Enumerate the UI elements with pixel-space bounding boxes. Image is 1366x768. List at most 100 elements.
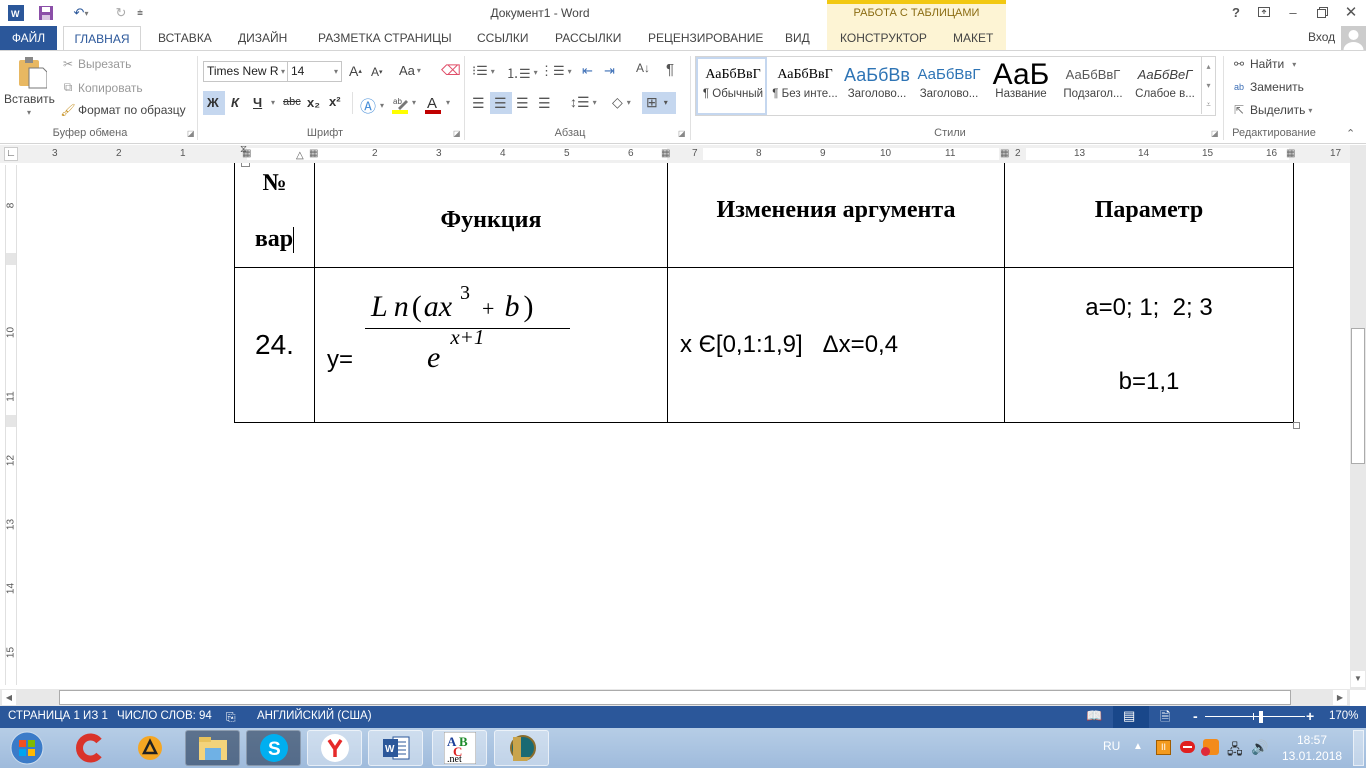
- tab-references[interactable]: ССЫЛКИ: [467, 26, 538, 50]
- justify-button[interactable]: ☰: [538, 95, 551, 112]
- highlight-button[interactable]: ab: [392, 94, 410, 114]
- decrease-indent-button[interactable]: ⇤: [582, 63, 593, 79]
- column-marker[interactable]: ▦: [242, 148, 251, 159]
- styles-down-icon[interactable]: ▾: [1202, 76, 1215, 95]
- format-painter-button[interactable]: 🖌 Формат по образцу: [60, 103, 185, 117]
- vertical-scroll-thumb[interactable]: [1351, 328, 1365, 464]
- align-left-button[interactable]: ☰: [472, 95, 485, 112]
- cell-function[interactable]: y= Ln (ax 3+ b) ex+1: [314, 267, 668, 423]
- cut-button[interactable]: ✂ Вырезать: [60, 57, 131, 71]
- style-item[interactable]: АаБбВвГ Подзагол...: [1057, 58, 1129, 112]
- shrink-font-button[interactable]: A ▾: [371, 65, 383, 79]
- styles-more-icon[interactable]: ⩡: [1202, 95, 1215, 114]
- web-layout-icon[interactable]: 🗎: [1160, 708, 1170, 730]
- show-desktop-button[interactable]: [1353, 730, 1364, 766]
- tab-home[interactable]: ГЛАВНАЯ: [63, 26, 141, 51]
- table-resize-handle[interactable]: [1293, 422, 1300, 429]
- font-size-combo[interactable]: 14 ▾: [287, 61, 342, 82]
- skype-dnd-tray-icon[interactable]: [1180, 741, 1195, 753]
- styles-up-icon[interactable]: ▴: [1202, 57, 1215, 76]
- scroll-down-button[interactable]: ▼: [1351, 671, 1365, 687]
- font-color-dropdown-icon[interactable]: ▾: [446, 98, 450, 107]
- explorer-taskbar-button[interactable]: [185, 730, 240, 766]
- tab-mailings[interactable]: РАССЫЛКИ: [545, 26, 631, 50]
- paragraph-launcher-icon[interactable]: ◪: [678, 129, 686, 138]
- copy-button[interactable]: ⧉ Копировать: [60, 80, 143, 95]
- close-button[interactable]: ✕: [1337, 2, 1365, 22]
- line-spacing-button[interactable]: ↕☰ ▾: [570, 94, 597, 111]
- clear-formatting-button[interactable]: ⌫: [441, 62, 461, 79]
- vertical-scrollbar[interactable]: ▼: [1350, 145, 1366, 690]
- page-count[interactable]: СТРАНИЦА 1 ИЗ 1: [8, 710, 108, 722]
- bold-button[interactable]: Ж: [207, 95, 219, 110]
- paste-button[interactable]: [10, 56, 52, 116]
- restore-button[interactable]: [1308, 2, 1336, 22]
- pause-tray-icon[interactable]: II: [1156, 740, 1171, 755]
- word-count[interactable]: ЧИСЛО СЛОВ: 94: [117, 710, 212, 722]
- show-hidden-icons-button[interactable]: ▲: [1133, 741, 1143, 752]
- underline-button[interactable]: Ч: [253, 95, 262, 110]
- style-item[interactable]: АаБ Название: [985, 58, 1057, 112]
- abc-net-taskbar-button[interactable]: A B C .net: [432, 730, 487, 766]
- horizontal-scrollbar[interactable]: ◀ ▶: [0, 689, 1350, 706]
- cell-parameters[interactable]: a=0; 1; 2; 3 b=1,1: [1004, 267, 1294, 423]
- replace-button[interactable]: ab Заменить: [1231, 80, 1304, 94]
- align-right-button[interactable]: ☰: [516, 95, 529, 112]
- volume-tray-icon[interactable]: 🔊: [1251, 739, 1268, 756]
- ccleaner-taskbar-button[interactable]: [62, 730, 117, 766]
- borders-button[interactable]: ⊞ ▾: [646, 94, 668, 111]
- cell-argument[interactable]: x Є[0,1:1,9] Δx=0,4: [667, 267, 1005, 423]
- tab-view[interactable]: ВИД: [775, 26, 820, 50]
- column-marker[interactable]: ▦: [661, 148, 670, 159]
- styles-scroll[interactable]: ▴ ▾ ⩡: [1201, 57, 1215, 114]
- read-mode-icon[interactable]: 📖: [1086, 708, 1102, 724]
- league-of-legends-taskbar-button[interactable]: [494, 730, 549, 766]
- style-item[interactable]: АаБбВвГ Заголово...: [913, 58, 985, 112]
- scroll-left-button[interactable]: ◀: [2, 690, 16, 705]
- tab-insert[interactable]: ВСТАВКА: [148, 26, 222, 50]
- scroll-right-button[interactable]: ▶: [1333, 690, 1347, 705]
- styles-launcher-icon[interactable]: ◪: [1211, 129, 1219, 138]
- table-move-handle[interactable]: [241, 163, 250, 167]
- language-indicator[interactable]: АНГЛИЙСКИЙ (США): [257, 710, 372, 722]
- zoom-slider-thumb[interactable]: [1259, 711, 1263, 723]
- underline-dropdown-icon[interactable]: ▾: [271, 98, 275, 107]
- proofing-icon[interactable]: ⎘: [226, 710, 236, 725]
- tab-review[interactable]: РЕЦЕНЗИРОВАНИЕ: [638, 26, 773, 50]
- collapse-ribbon-icon[interactable]: ⌃: [1346, 127, 1355, 140]
- tab-page-layout[interactable]: РАЗМЕТКА СТРАНИЦЫ: [308, 26, 462, 50]
- help-button[interactable]: ?: [1222, 2, 1250, 22]
- horizontal-scroll-thumb[interactable]: [59, 690, 1291, 705]
- change-case-button[interactable]: Aa ▾: [399, 63, 421, 78]
- numbering-button[interactable]: ⒈☰ ▾: [506, 63, 538, 82]
- header-parameter[interactable]: Параметр: [1004, 163, 1294, 268]
- zoom-slider-track[interactable]: [1205, 716, 1305, 717]
- avast-tray-icon[interactable]: [1201, 739, 1219, 756]
- style-item[interactable]: АаБбВв Заголово...: [841, 58, 913, 112]
- multilevel-list-button[interactable]: ⋮☰ ▾: [540, 63, 572, 79]
- word-taskbar-button[interactable]: W: [368, 730, 423, 766]
- network-tray-icon[interactable]: 🖧: [1227, 739, 1243, 763]
- document-page[interactable]: № вар Функция Изменения аргумента Параме…: [20, 163, 1350, 689]
- minimize-button[interactable]: –: [1279, 2, 1307, 22]
- subscript-button[interactable]: x₂: [307, 95, 320, 110]
- clock[interactable]: 18:57 13.01.2018: [1282, 732, 1342, 764]
- header-variant-number[interactable]: № вар: [234, 163, 315, 268]
- superscript-button[interactable]: x²: [329, 94, 341, 109]
- user-avatar[interactable]: [1341, 26, 1366, 50]
- column-marker[interactable]: ▦: [1000, 148, 1009, 159]
- clipboard-launcher-icon[interactable]: ◪: [187, 129, 195, 138]
- sort-button[interactable]: A↓: [636, 61, 650, 75]
- highlight-dropdown-icon[interactable]: ▾: [412, 98, 416, 107]
- column-marker[interactable]: ▦: [1286, 148, 1295, 159]
- font-name-combo[interactable]: Times New R ▾: [203, 61, 288, 82]
- start-button[interactable]: [2, 730, 52, 766]
- yandex-browser-taskbar-button[interactable]: [307, 730, 362, 766]
- keyboard-language[interactable]: RU: [1103, 739, 1120, 753]
- select-button[interactable]: ⇱ Выделить ▾: [1231, 103, 1312, 117]
- skype-taskbar-button[interactable]: S: [246, 730, 301, 766]
- right-indent-marker[interactable]: △: [296, 150, 304, 161]
- sign-in-link[interactable]: Вход: [1308, 30, 1335, 44]
- zoom-in-button[interactable]: +: [1306, 708, 1314, 724]
- find-button[interactable]: ⚯ Найти ▾: [1231, 57, 1296, 71]
